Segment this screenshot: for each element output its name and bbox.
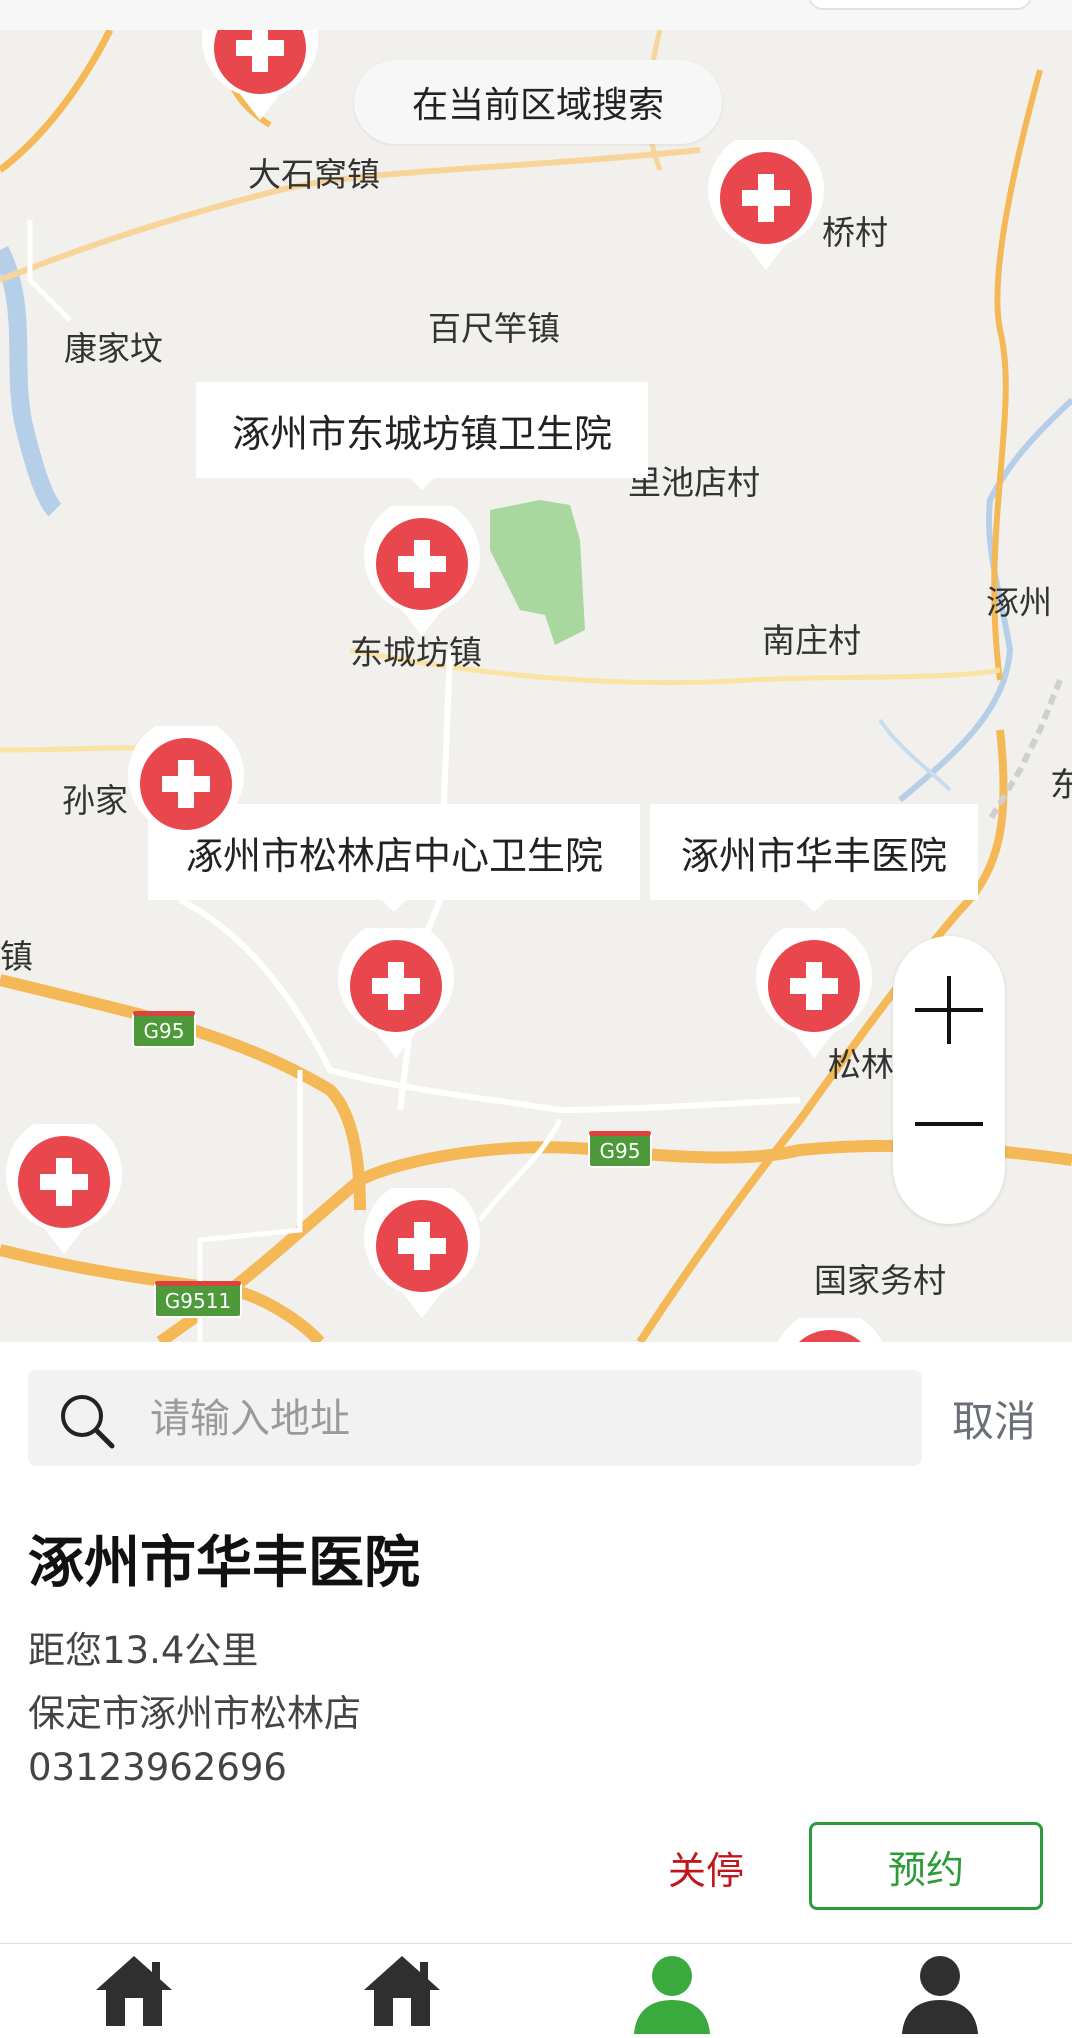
person-icon <box>902 1956 978 2034</box>
zoom-control <box>893 936 1005 1224</box>
place-label: 东 <box>1050 765 1072 804</box>
hospital-pin[interactable] <box>706 140 826 274</box>
person-icon <box>634 1956 710 2034</box>
hospital-pin[interactable] <box>770 1318 890 1342</box>
place-label: 桥村 <box>822 213 888 252</box>
place-label: 国家务村 <box>814 1261 946 1300</box>
hospital-pin[interactable] <box>362 1188 482 1322</box>
top-status-strip <box>0 0 1072 30</box>
highway-shield: G95 <box>588 1131 652 1168</box>
hospital-pin-selected[interactable] <box>754 928 874 1062</box>
hospital-pin[interactable] <box>362 506 482 640</box>
minus-icon <box>915 1122 983 1126</box>
tab-profile-active[interactable] <box>612 1944 732 2038</box>
hospital-distance: 距您13.4公里 <box>28 1629 259 1672</box>
place-label: 孙家 <box>62 781 128 820</box>
place-label: 涿州 <box>986 583 1052 622</box>
zoom-in-button[interactable] <box>893 936 1005 1080</box>
search-icon <box>61 1395 115 1449</box>
hospital-callout[interactable]: 涿州市华丰医院 <box>650 804 978 912</box>
place-label: 康家坟 <box>64 329 163 368</box>
search-this-area-button[interactable]: 在当前区域搜索 <box>354 60 722 144</box>
place-label: 南庄村 <box>762 621 861 660</box>
zoom-out-button[interactable] <box>893 1080 1005 1224</box>
tab-home-2[interactable] <box>342 1944 462 2038</box>
plus-icon <box>915 976 983 1044</box>
map-view[interactable]: 大石窝镇 桥村 康家坟 百尺竿镇 里池店村 涿州 东城坊镇 南庄村 孙家 东 镇… <box>0 30 1072 1342</box>
hospital-address: 保定市涿州市松林店 <box>28 1692 361 1735</box>
hospital-pin[interactable] <box>4 1124 124 1258</box>
hospital-pin[interactable] <box>126 726 246 860</box>
highway-shield: G95 <box>132 1011 196 1048</box>
address-search-input[interactable] <box>148 1370 912 1468</box>
home-icon <box>364 1956 440 2026</box>
place-label: 大石窝镇 <box>248 155 380 194</box>
hospital-pin[interactable] <box>336 928 456 1062</box>
hospital-phone[interactable]: 03123962696 <box>28 1746 287 1789</box>
hospital-name: 涿州市华丰医院 <box>28 1531 420 1596</box>
highway-shield: G9511 <box>154 1281 242 1318</box>
hospital-pin[interactable] <box>200 30 320 124</box>
tab-profile[interactable] <box>880 1944 1000 2038</box>
status-closed-label[interactable]: 关停 <box>668 1840 744 1895</box>
tab-home-1[interactable] <box>74 1944 194 2038</box>
address-search-bar <box>28 1370 922 1468</box>
book-button[interactable]: 预约 <box>809 1822 1043 1910</box>
bottom-tab-bar <box>0 1943 1072 2038</box>
home-icon <box>96 1956 172 2026</box>
top-control-pill[interactable] <box>808 0 1032 10</box>
place-label: 镇 <box>0 937 33 976</box>
cancel-button[interactable]: 取消 <box>952 1388 1036 1449</box>
hospital-callout[interactable]: 涿州市东城坊镇卫生院 <box>196 382 648 490</box>
place-label: 百尺竿镇 <box>428 309 560 348</box>
